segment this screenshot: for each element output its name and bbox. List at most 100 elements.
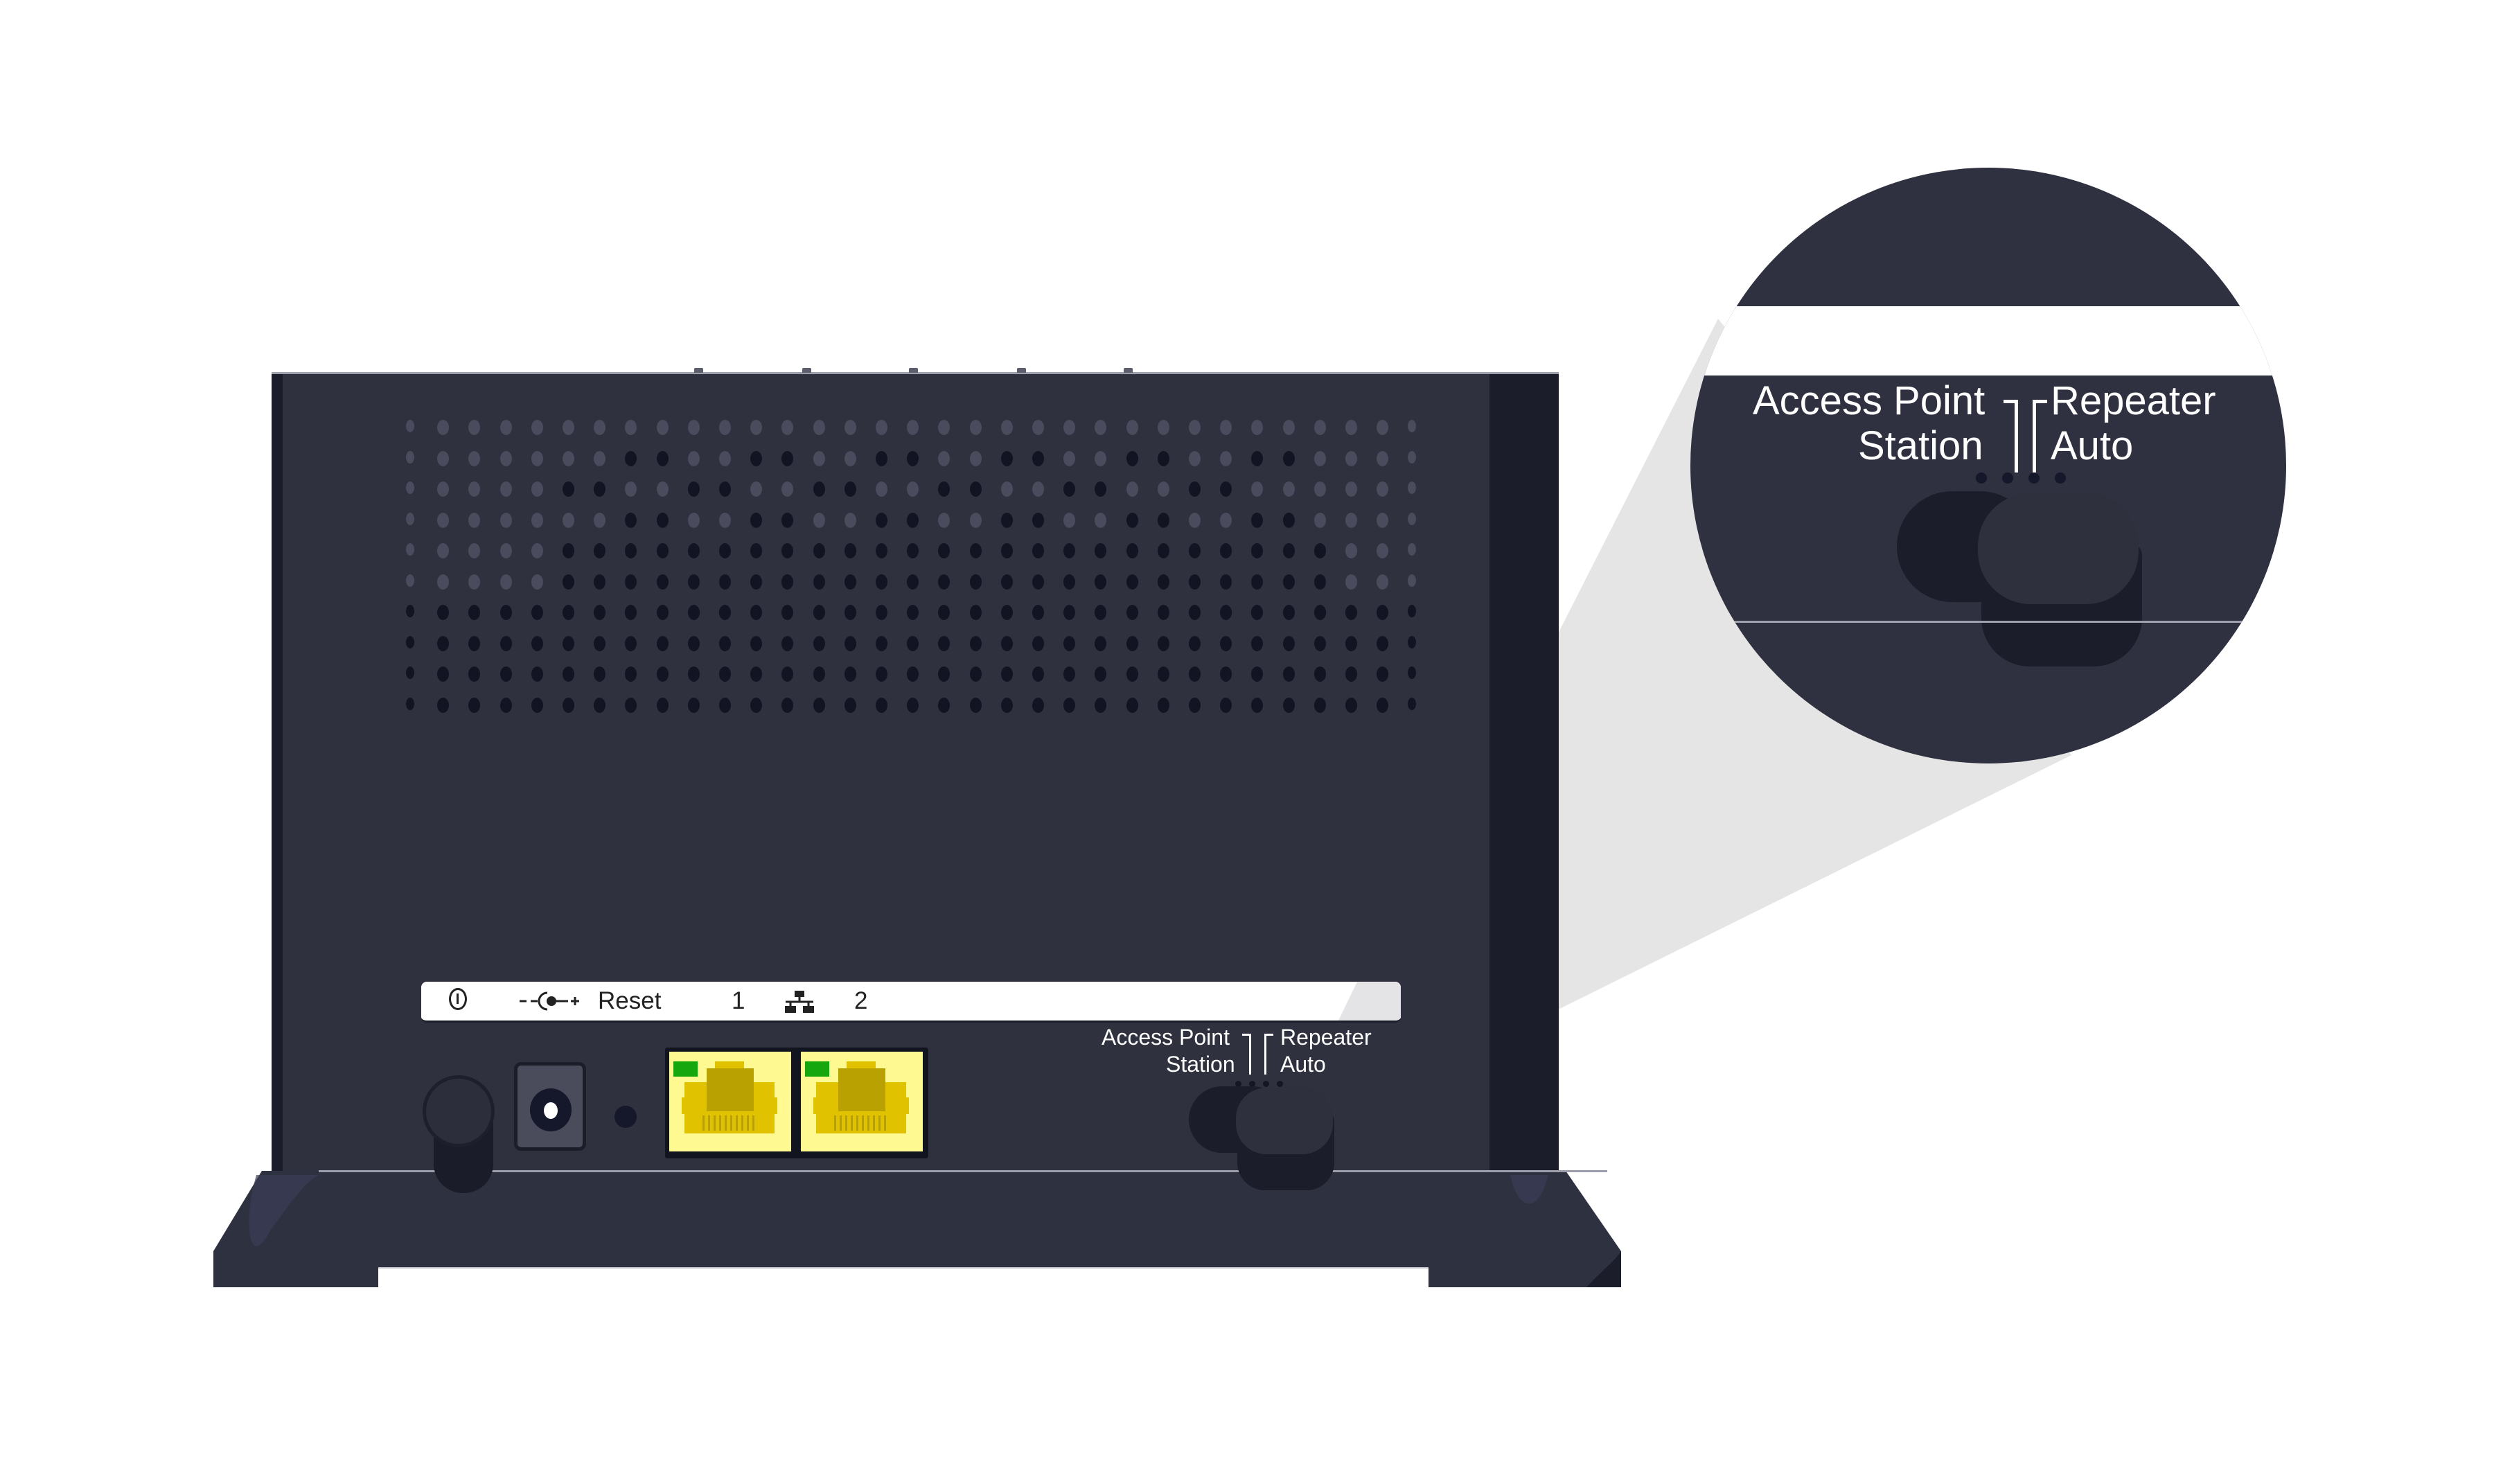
vent-hole [656, 697, 669, 713]
vent-hole [1345, 543, 1357, 558]
vent-hole [1377, 605, 1389, 620]
vent-hole [876, 635, 887, 651]
vent-hole [719, 450, 731, 466]
vent-hole [719, 697, 731, 713]
vent-hole [437, 482, 450, 497]
vent-hole [406, 420, 414, 432]
vent-hole [1314, 450, 1326, 466]
vent-hole [406, 697, 414, 710]
vent-hole [1220, 697, 1232, 713]
vent-hole [437, 512, 450, 528]
vent-hole [844, 635, 856, 651]
vent-hole [1189, 666, 1201, 682]
vent-hole [1377, 482, 1389, 497]
vent-hole [1000, 482, 1013, 497]
vent-hole [1063, 482, 1076, 497]
vent-hole [1220, 512, 1232, 528]
vent-hole [1282, 512, 1295, 528]
vent-hole [656, 512, 669, 528]
vent-hole [938, 697, 950, 713]
vent-hole [907, 450, 919, 466]
vent-hole [1220, 605, 1232, 620]
switch-label-auto: Auto [1280, 1052, 1326, 1077]
vent-hole [1189, 450, 1201, 466]
vent-hole [1126, 697, 1138, 713]
vent-hole [499, 605, 512, 620]
vent-hole [625, 420, 637, 435]
switch-label-station: Station [1166, 1052, 1235, 1077]
dc-power-jack[interactable] [514, 1062, 586, 1151]
vent-hole [594, 635, 606, 651]
vent-hole [1189, 543, 1201, 558]
vent-hole [1251, 635, 1264, 651]
vent-hole [625, 543, 637, 558]
vent-hole [938, 635, 950, 651]
rj45-jack-icon [813, 1061, 909, 1133]
vent-hole [1063, 420, 1076, 435]
vent-hole [938, 543, 950, 558]
vent-hole [1282, 574, 1295, 590]
mag-position-dot [1976, 472, 1987, 484]
mag-stand-edge [1690, 621, 2286, 623]
vent-hole [625, 482, 637, 497]
vent-hole [1032, 635, 1044, 651]
vent-hole [625, 666, 637, 682]
vent-hole [687, 482, 700, 497]
vent-hole [1282, 543, 1295, 558]
lan-port-1[interactable] [669, 1052, 791, 1151]
lan-port-group [665, 1048, 928, 1158]
switch-bracket-right [1264, 1034, 1273, 1075]
switch-bracket-left [1242, 1034, 1251, 1075]
vent-hole [594, 543, 606, 558]
vent-hole [813, 543, 825, 558]
vent-hole [1157, 543, 1169, 558]
vent-hole [844, 605, 856, 620]
vent-hole [1032, 574, 1044, 590]
vent-hole [531, 482, 543, 497]
vent-hole [1314, 512, 1326, 528]
power-icon [449, 988, 467, 1010]
vent-hole [468, 605, 481, 620]
port2-label: 2 [854, 987, 868, 1014]
vent-hole [1000, 697, 1013, 713]
vent-hole [1032, 512, 1044, 528]
vent-hole [1126, 420, 1138, 435]
vent-hole [531, 574, 543, 590]
vent-hole [876, 666, 887, 682]
vent-hole [938, 666, 950, 682]
reset-pinhole[interactable] [614, 1106, 637, 1128]
lan-port-2[interactable] [801, 1052, 923, 1151]
vent-hole [781, 420, 794, 435]
vent-hole [1408, 512, 1417, 525]
vent-hole [719, 635, 731, 651]
vent-hole [1063, 666, 1076, 682]
power-button[interactable] [423, 1075, 495, 1147]
mode-switch[interactable] [1236, 1088, 1333, 1154]
vent-hole [1032, 666, 1044, 682]
vent-hole [969, 420, 982, 435]
vent-hole [1126, 635, 1138, 651]
vent-hole [1157, 512, 1169, 528]
vent-hole [1314, 574, 1326, 590]
vent-hole [468, 450, 481, 466]
vent-hole [437, 543, 450, 558]
vent-hole [1032, 482, 1044, 497]
vent-hole [531, 543, 543, 558]
vent-hole [499, 574, 512, 590]
vent-hole [844, 420, 856, 435]
vent-hole [719, 543, 731, 558]
vent-hole [1282, 482, 1295, 497]
vent-hole [781, 605, 794, 620]
vent-hole [1282, 605, 1295, 620]
vent-hole [499, 635, 512, 651]
vent-hole [437, 605, 450, 620]
vent-hole [656, 635, 669, 651]
top-nub [1017, 368, 1026, 373]
vent-hole [625, 450, 637, 466]
vent-hole [687, 450, 700, 466]
vent-hole [1345, 482, 1357, 497]
vent-hole [1000, 450, 1013, 466]
vent-hole [907, 574, 919, 590]
rj45-jack-icon [682, 1061, 777, 1133]
vent-hole [907, 482, 919, 497]
